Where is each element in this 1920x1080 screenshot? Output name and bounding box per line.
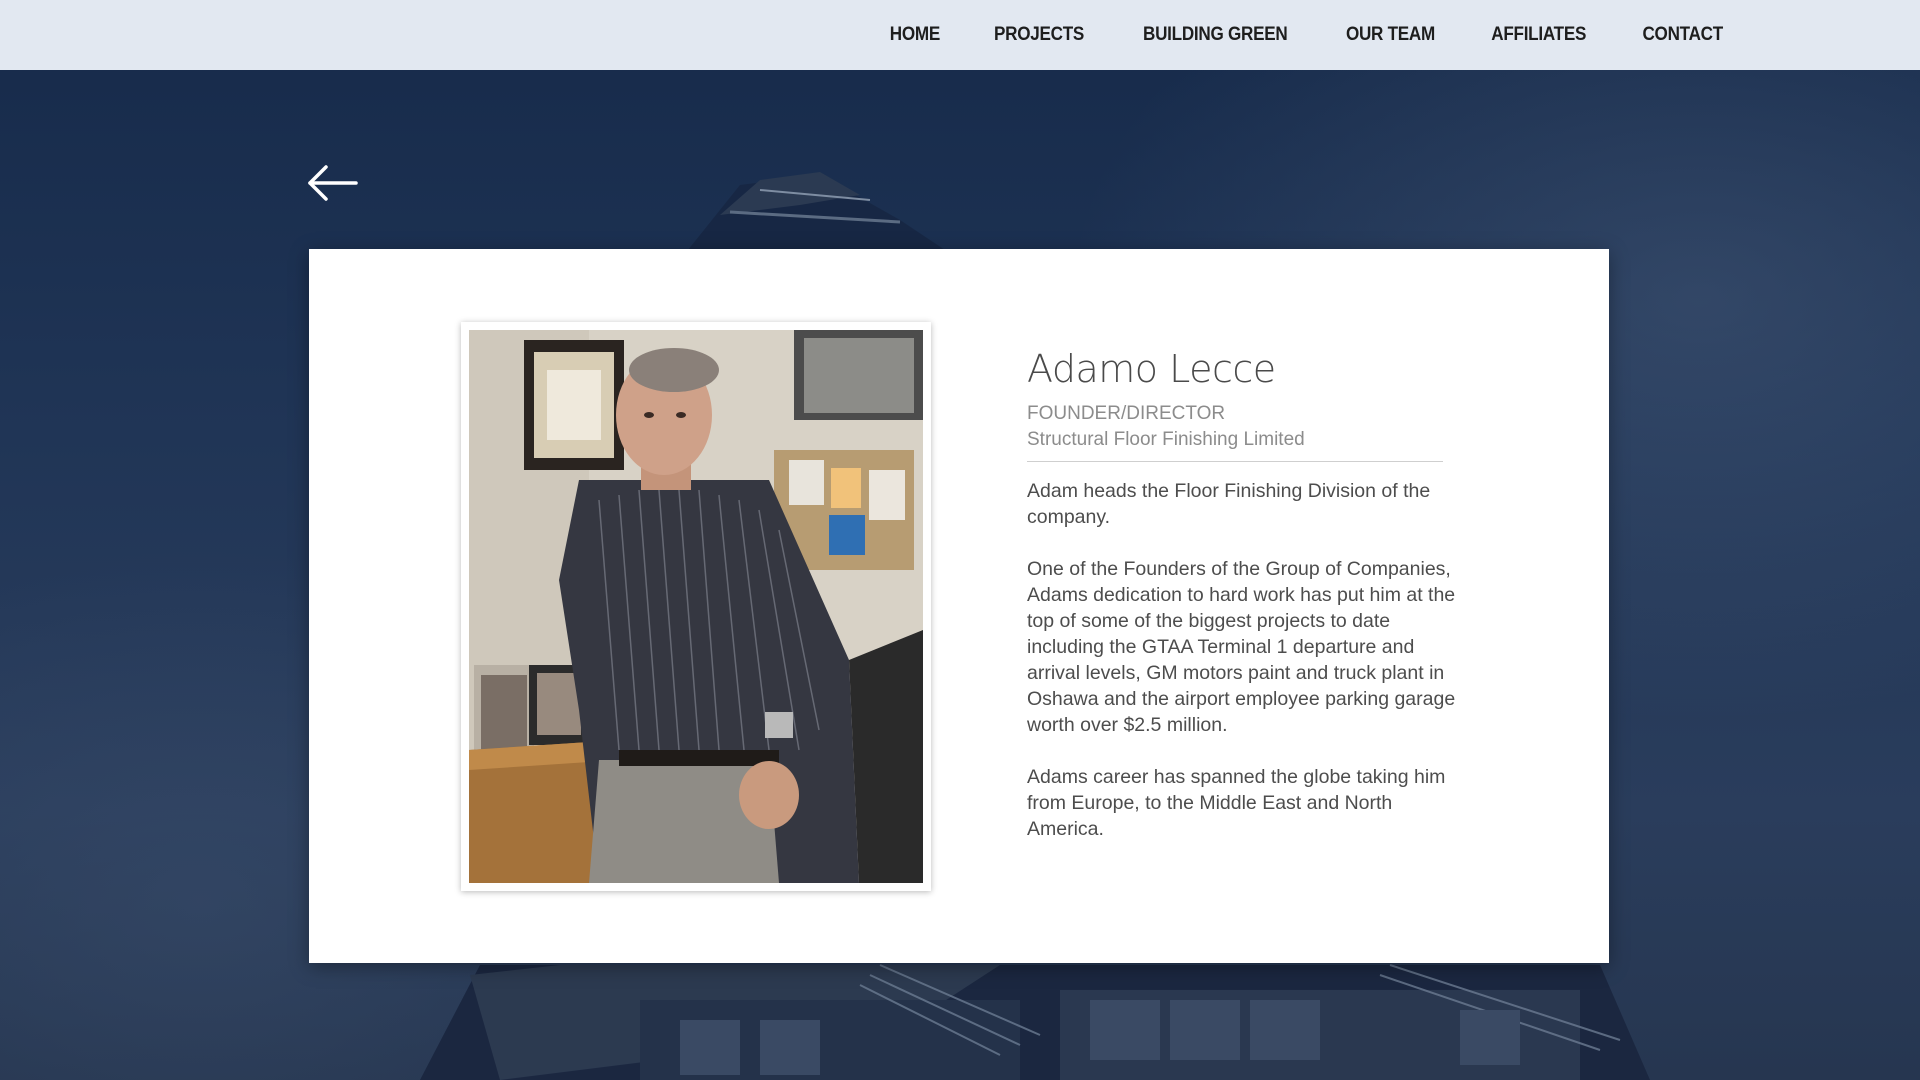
bio-paragraph: Adams career has spanned the globe takin…: [1027, 765, 1446, 840]
profile-name: Adamo Lecce: [1027, 347, 1276, 391]
nav-contact[interactable]: CONTACT: [1642, 24, 1723, 46]
main-nav: HOME PROJECTS BUILDING GREEN OUR TEAM AF…: [887, 0, 1727, 70]
back-button[interactable]: [306, 163, 358, 203]
portrait-photo: [469, 330, 923, 883]
profile-role: FOUNDER/DIRECTOR: [1027, 402, 1226, 424]
profile-bio: Adam heads the Floor Finishing Division …: [1027, 478, 1467, 842]
nav-projects[interactable]: PROJECTS: [994, 24, 1084, 46]
bio-paragraph: Adam heads the Floor Finishing Division …: [1027, 479, 1431, 528]
nav-our-team[interactable]: OUR TEAM: [1346, 24, 1435, 46]
top-navigation-bar: HOME PROJECTS BUILDING GREEN OUR TEAM AF…: [0, 0, 1920, 70]
portrait-frame: [461, 322, 931, 891]
nav-home[interactable]: HOME: [890, 24, 941, 46]
divider: [1027, 460, 1443, 462]
arrow-left-icon: [308, 165, 358, 201]
bio-paragraph: One of the Founders of the Group of Comp…: [1027, 557, 1456, 736]
profile-company: Structural Floor Finishing Limited: [1027, 428, 1305, 450]
nav-building-green[interactable]: BUILDING GREEN: [1143, 24, 1288, 46]
nav-affiliates[interactable]: AFFILIATES: [1492, 24, 1587, 46]
profile-info: Adamo Lecce FOUNDER/DIRECTOR Structural …: [1027, 347, 1467, 868]
profile-card: Adamo Lecce FOUNDER/DIRECTOR Structural …: [309, 249, 1609, 963]
